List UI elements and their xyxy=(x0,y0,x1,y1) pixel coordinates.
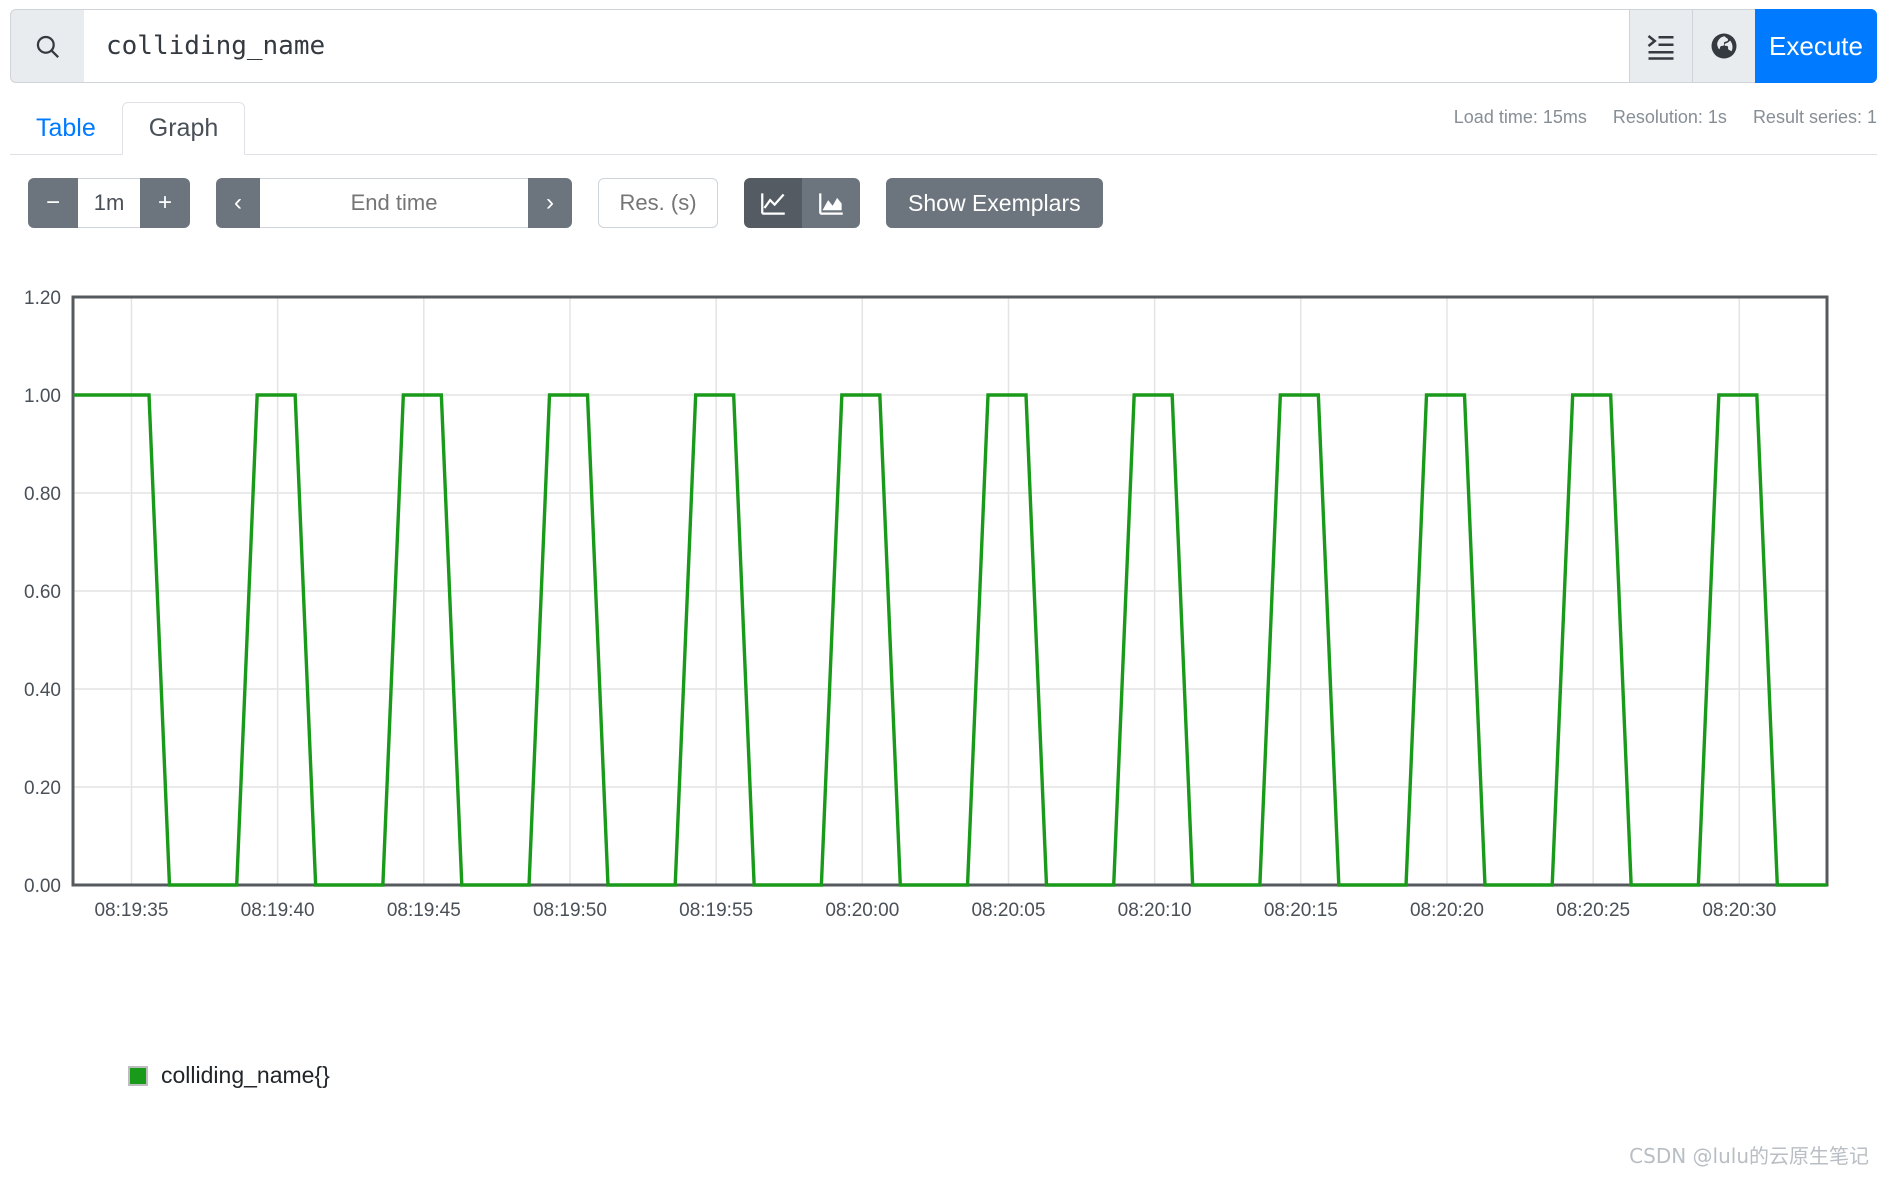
tab-table[interactable]: Table xyxy=(10,103,122,154)
query-expression-input[interactable] xyxy=(84,9,1629,83)
show-exemplars-button[interactable]: Show Exemplars xyxy=(886,178,1103,228)
result-tabs: Table Graph Load time: 15ms Resolution: … xyxy=(10,99,1877,155)
query-stats: Load time: 15ms Resolution: 1s Result se… xyxy=(1454,107,1877,128)
x-axis-tick-label: 08:20:05 xyxy=(971,900,1045,921)
resolution-input[interactable] xyxy=(598,178,719,228)
end-time-next-button[interactable]: › xyxy=(528,178,573,228)
chart-legend: colliding_name{} xyxy=(128,1062,1887,1089)
end-time-prev-button[interactable]: ‹ xyxy=(216,178,261,228)
stat-resolution: Resolution: 1s xyxy=(1612,107,1727,127)
y-axis-tick-label: 1.20 xyxy=(24,288,61,309)
graph-controls: − + ‹ › Show Exemplars xyxy=(28,178,1887,228)
range-increase-button[interactable]: + xyxy=(140,178,191,228)
globe-icon[interactable] xyxy=(1692,9,1755,83)
indent-format-icon[interactable] xyxy=(1629,9,1692,83)
x-axis-tick-label: 08:19:50 xyxy=(533,900,607,921)
graph-panel: 1.20 1.00 0.80 0.60 0.40 0.20 0.00 08:19:35 08:1… xyxy=(0,246,1887,1056)
stat-result-series: Result series: 1 xyxy=(1752,107,1877,127)
y-axis-tick-label: 1.00 xyxy=(24,386,61,407)
x-axis-tick-label: 08:20:25 xyxy=(1556,900,1630,921)
watermark: CSDN @lulu的云原生笔记 xyxy=(1629,1144,1869,1168)
y-axis-tick-label: 0.00 xyxy=(24,876,61,897)
time-series-chart[interactable]: 1.20 1.00 0.80 0.60 0.40 0.20 0.00 08:19:35 08:1… xyxy=(0,246,1887,1056)
x-axis-tick-label: 08:20:20 xyxy=(1410,900,1484,921)
y-axis-tick-label: 0.60 xyxy=(24,582,61,603)
range-decrease-button[interactable]: − xyxy=(28,178,79,228)
range-input[interactable] xyxy=(78,178,141,228)
x-axis-tick-label: 08:19:35 xyxy=(94,900,168,921)
legend-color-swatch xyxy=(128,1065,148,1086)
x-axis-tick-label: 08:20:00 xyxy=(825,900,899,921)
query-bar: Execute xyxy=(10,9,1877,83)
x-axis-tick-label: 08:19:55 xyxy=(679,900,753,921)
tab-graph[interactable]: Graph xyxy=(121,102,246,155)
chart-type-toggle-group xyxy=(744,178,861,228)
x-axis-tick-label: 08:19:40 xyxy=(241,900,315,921)
stacked-area-chart-icon[interactable] xyxy=(802,178,861,228)
legend-series-label[interactable]: colliding_name{} xyxy=(161,1062,330,1089)
end-time-input[interactable] xyxy=(260,178,529,228)
x-axis-tick-label: 08:20:30 xyxy=(1702,900,1776,921)
x-axis-tick-label: 08:20:10 xyxy=(1118,900,1192,921)
line-chart-icon[interactable] xyxy=(744,178,803,228)
x-axis-tick-label: 08:19:45 xyxy=(387,900,461,921)
y-axis-tick-label: 0.40 xyxy=(24,680,61,701)
end-time-group: ‹ › xyxy=(216,178,573,228)
x-axis-tick-label: 08:20:15 xyxy=(1264,900,1338,921)
search-icon xyxy=(10,9,84,83)
y-axis-tick-label: 0.80 xyxy=(24,484,61,505)
y-axis-tick-label: 0.20 xyxy=(24,778,61,799)
stat-load-time: Load time: 15ms xyxy=(1453,107,1587,127)
execute-button[interactable]: Execute xyxy=(1755,9,1877,83)
range-input-group: − + xyxy=(28,178,191,228)
series-line xyxy=(73,393,1827,887)
